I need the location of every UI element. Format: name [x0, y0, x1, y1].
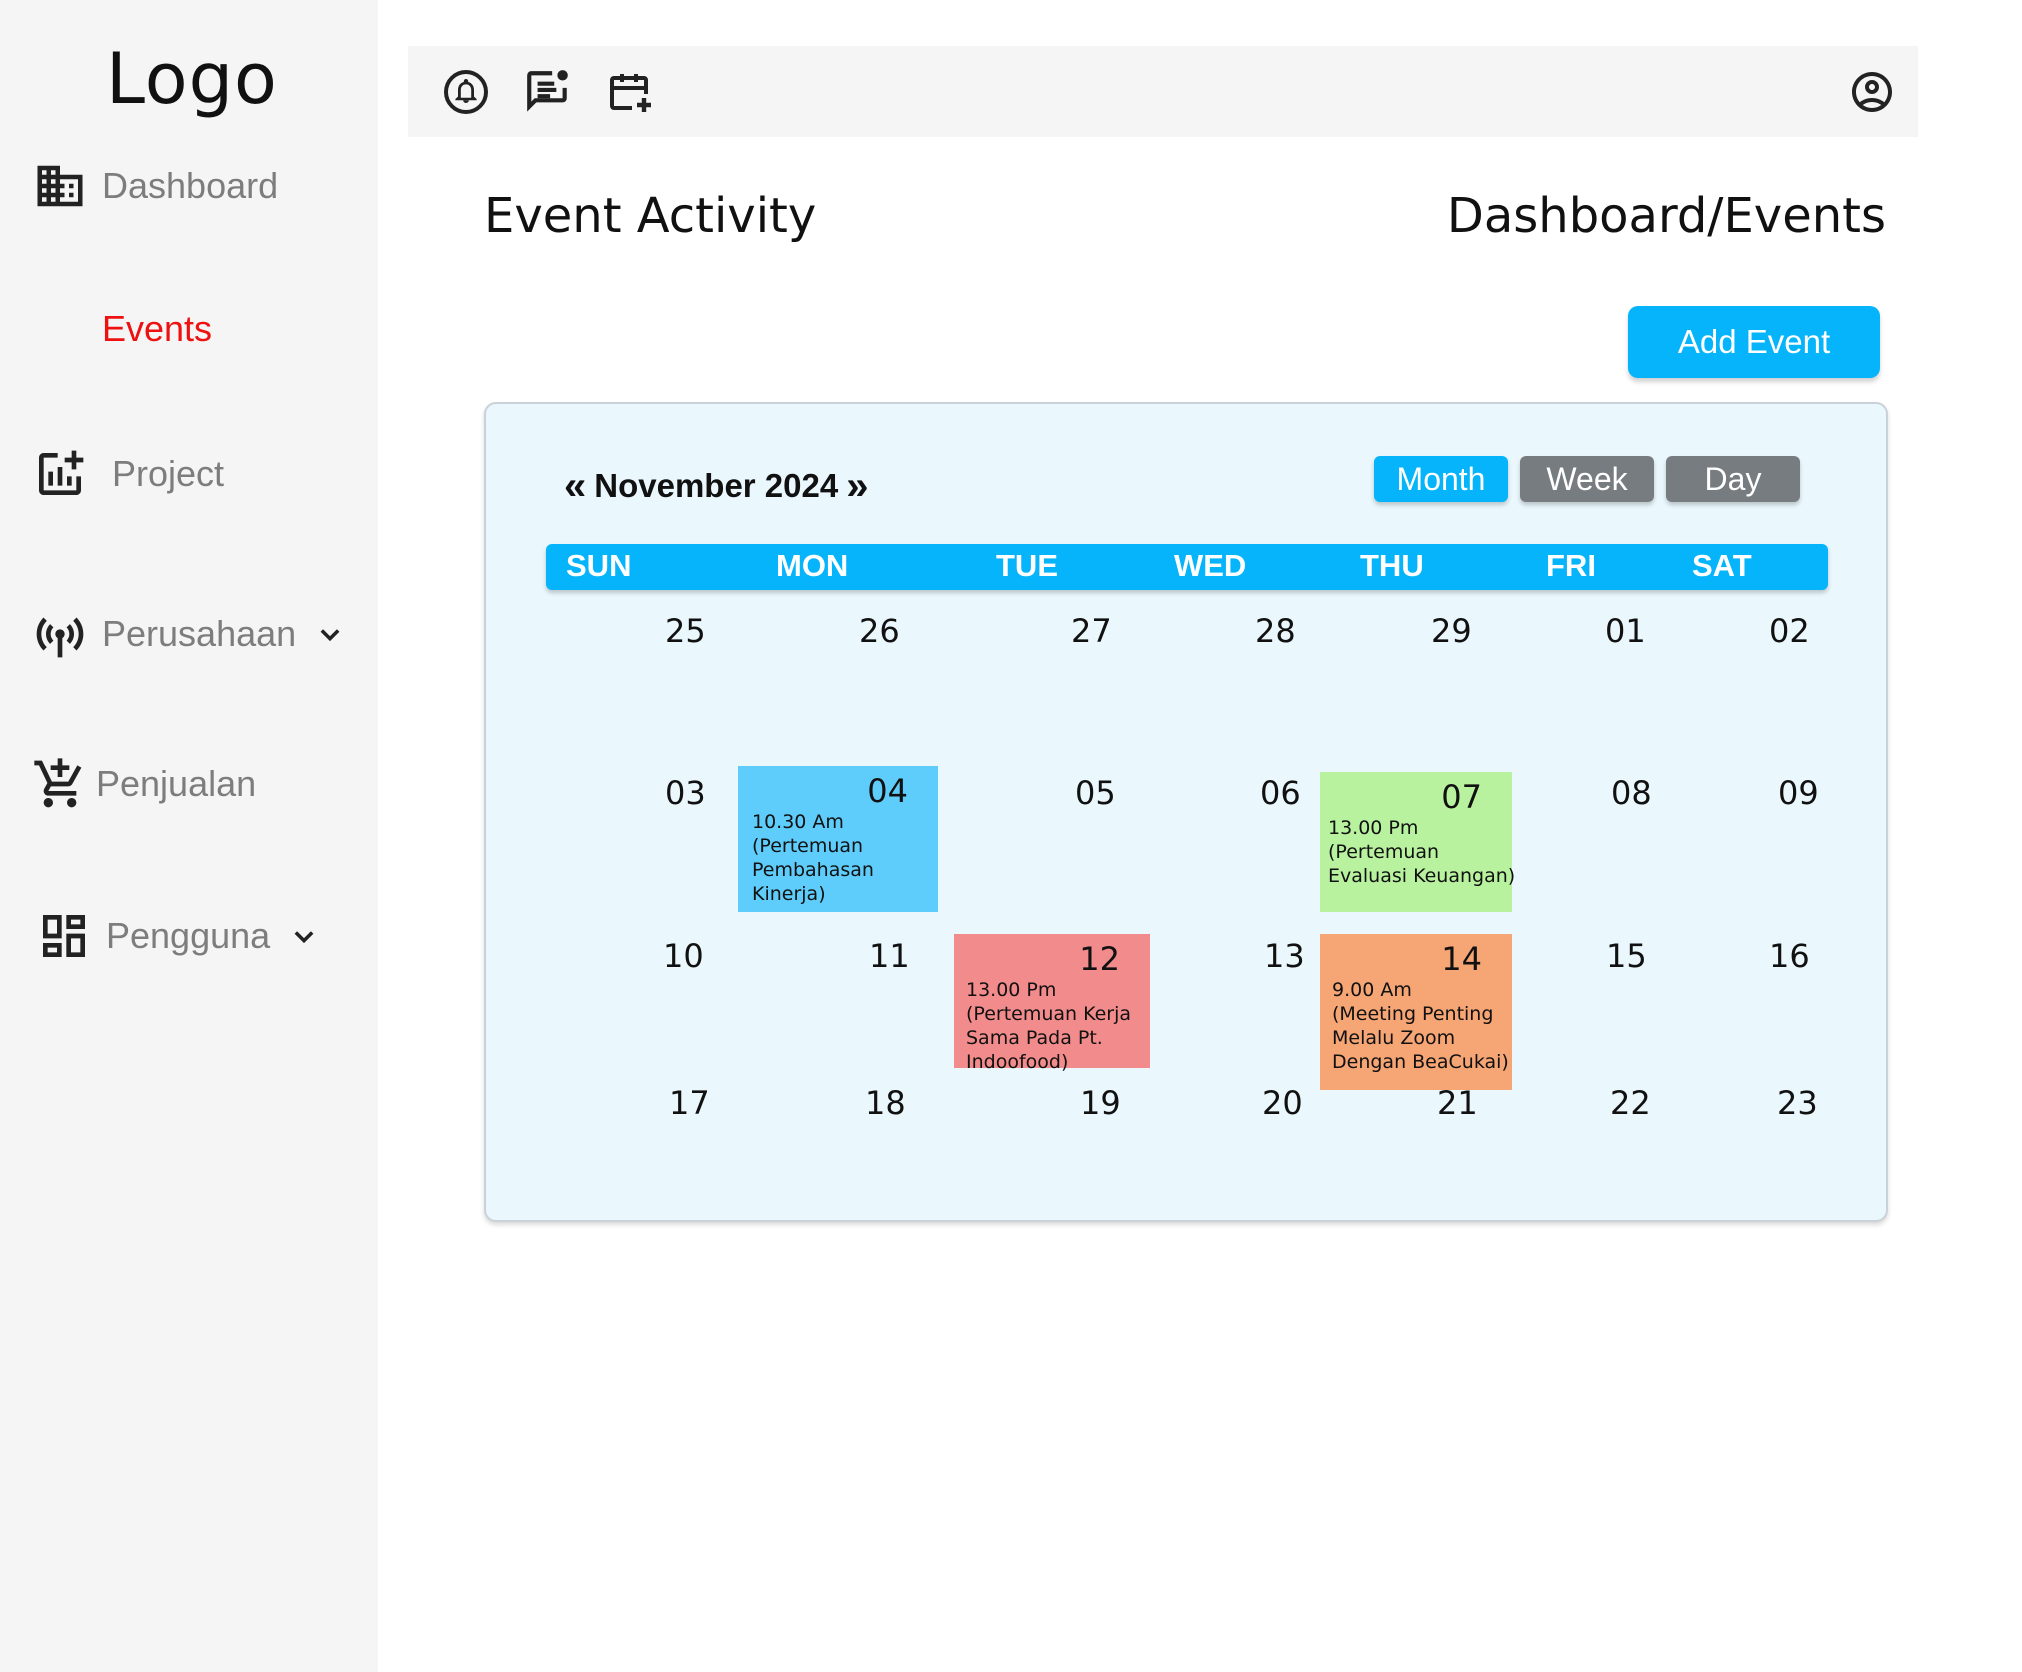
event-title: (Meeting Penting Melalu Zoom Dengan BeaC… — [1332, 1003, 1509, 1073]
day-cell[interactable]: 17 — [669, 1084, 710, 1122]
event-time: 13.00 Pm — [966, 979, 1057, 1001]
cart-add-icon — [32, 756, 88, 812]
sidebar-item-dashboard[interactable]: Dashboard — [32, 158, 278, 214]
event-card[interactable]: 12 13.00 Pm (Pertemuan Kerja Sama Pada P… — [954, 934, 1150, 1073]
event-text: 10.30 Am (Pertemuan Pembahasan Kinerja) — [752, 810, 942, 906]
day-cell[interactable]: 27 — [1071, 612, 1112, 650]
day-cell[interactable]: 06 — [1260, 774, 1301, 812]
sidebar-item-penjualan[interactable]: Penjualan — [32, 756, 256, 812]
chevron-down-icon[interactable] — [316, 620, 344, 648]
event-title: (Pertemuan Kerja Sama Pada Pt. Indoofood… — [966, 1003, 1132, 1073]
event-date: 14 — [1441, 940, 1482, 978]
dashboard-grid-icon — [36, 908, 92, 964]
day-cell[interactable]: 18 — [865, 1084, 906, 1122]
calendar-card: « November 2024 » Month Week Day SUN MON… — [484, 402, 1888, 1222]
day-cell[interactable]: 23 — [1777, 1084, 1818, 1122]
event-date: 07 — [1441, 778, 1482, 816]
chat-notification-icon[interactable] — [520, 64, 576, 120]
event-card[interactable]: 14 9.00 Am (Meeting Penting Melalu Zoom … — [1320, 934, 1512, 1090]
previous-month-icon[interactable]: « — [564, 466, 586, 506]
sidebar-item-label: Dashboard — [102, 165, 279, 206]
user-account-icon[interactable] — [1844, 64, 1900, 120]
day-cell[interactable]: 20 — [1262, 1084, 1303, 1122]
event-time: 10.30 Am — [752, 811, 844, 833]
day-cell[interactable]: 10 — [663, 937, 704, 975]
chevron-down-icon[interactable] — [290, 922, 318, 950]
sidebar-item-label: Perusahaan — [102, 613, 297, 654]
event-text: 13.00 Pm (Pertemuan Evaluasi Keuangan) — [1328, 816, 1518, 888]
chart-add-icon — [32, 446, 88, 502]
event-title: (Pertemuan Pembahasan Kinerja) — [752, 835, 874, 905]
event-card[interactable]: 04 10.30 Am (Pertemuan Pembahasan Kinerj… — [738, 766, 938, 912]
month-view-button[interactable]: Month — [1374, 456, 1508, 502]
sidebar-item-label: Penjualan — [96, 763, 257, 804]
breadcrumb[interactable]: Dashboard/Events — [1447, 188, 1886, 244]
weekday-label: WED — [1174, 548, 1247, 583]
logo: Logo — [106, 38, 278, 120]
sidebar-item-perusahaan[interactable]: Perusahaan — [32, 606, 344, 662]
day-cell[interactable]: 21 — [1437, 1084, 1478, 1122]
next-month-icon[interactable]: » — [846, 466, 868, 506]
month-label: November 2024 — [594, 467, 839, 504]
sidebar-item-label: Project — [112, 453, 225, 494]
day-cell[interactable]: 19 — [1080, 1084, 1121, 1122]
sidebar-item-events[interactable]: Events — [102, 308, 212, 350]
day-cell[interactable]: 13 — [1264, 937, 1305, 975]
page-title: Event Activity — [484, 188, 817, 244]
day-cell[interactable]: 11 — [869, 937, 910, 975]
day-cell[interactable]: 02 — [1769, 612, 1810, 650]
day-cell[interactable]: 09 — [1778, 774, 1819, 812]
weekday-label: THU — [1360, 548, 1424, 583]
event-card[interactable]: 07 13.00 Pm (Pertemuan Evaluasi Keuangan… — [1320, 772, 1515, 912]
weekday-label: MON — [776, 548, 849, 583]
weekday-label: FRI — [1546, 548, 1596, 583]
month-navigator: « November 2024 » — [564, 466, 868, 506]
event-time: 13.00 Pm — [1328, 817, 1419, 839]
weekday-header: SUN MON TUE WED THU FRI SAT — [546, 544, 1828, 590]
day-cell[interactable]: 15 — [1606, 937, 1647, 975]
weekday-label: SUN — [566, 548, 632, 583]
notification-bell-icon[interactable] — [438, 64, 494, 120]
sidebar-item-pengguna[interactable]: Pengguna — [36, 908, 318, 964]
day-cell[interactable]: 26 — [859, 612, 900, 650]
sidebar-item-label: Pengguna — [106, 915, 271, 956]
top-bar — [408, 46, 1918, 137]
day-cell[interactable]: 22 — [1610, 1084, 1651, 1122]
sidebar-item-label: Events — [102, 308, 213, 349]
event-text: 13.00 Pm (Pertemuan Kerja Sama Pada Pt. … — [966, 978, 1156, 1074]
day-view-button[interactable]: Day — [1666, 456, 1800, 502]
antenna-icon — [32, 606, 88, 662]
day-cell[interactable]: 29 — [1431, 612, 1472, 650]
calendar-add-icon[interactable] — [602, 64, 658, 120]
weekday-label: TUE — [996, 548, 1058, 583]
event-date: 12 — [1079, 940, 1120, 978]
day-cell[interactable]: 03 — [665, 774, 706, 812]
add-event-button[interactable]: Add Event — [1628, 306, 1880, 378]
sidebar: Logo Dashboard Events Project Perusahaan… — [0, 0, 378, 1672]
event-text: 9.00 Am (Meeting Penting Melalu Zoom Den… — [1332, 978, 1522, 1074]
event-title: (Pertemuan Evaluasi Keuangan) — [1328, 841, 1516, 887]
event-date: 04 — [867, 772, 908, 810]
event-time: 9.00 Am — [1332, 979, 1412, 1001]
day-cell[interactable]: 25 — [665, 612, 706, 650]
weekday-label: SAT — [1692, 548, 1752, 583]
sidebar-item-project[interactable]: Project — [32, 446, 224, 502]
day-cell[interactable]: 28 — [1255, 612, 1296, 650]
day-cell[interactable]: 16 — [1769, 937, 1810, 975]
day-cell[interactable]: 08 — [1611, 774, 1652, 812]
day-cell[interactable]: 01 — [1605, 612, 1646, 650]
week-view-button[interactable]: Week — [1520, 456, 1654, 502]
day-cell[interactable]: 05 — [1075, 774, 1116, 812]
building-icon — [32, 158, 88, 214]
